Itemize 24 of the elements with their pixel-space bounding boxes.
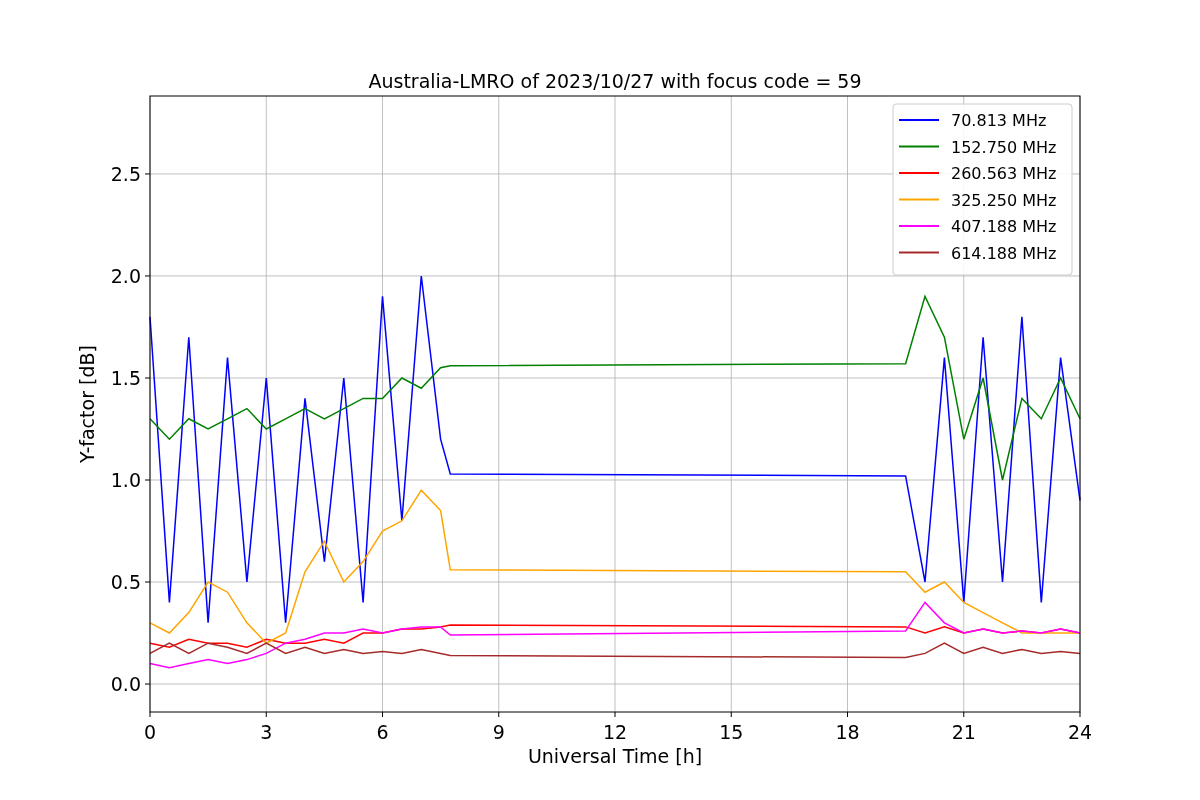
x-tick-label: 0 [143,721,157,743]
y-tick-label: 1.5 [110,367,141,389]
x-tick-label: 9 [492,721,505,743]
y-tick-label: 0.0 [110,673,141,696]
chart-title: Australia-LMRO of 2023/10/27 with focus code = 59 [368,70,862,92]
x-tick-label: 21 [951,721,976,743]
legend-label: 325.250 MHz [951,190,1057,210]
x-tick-label: 18 [835,721,860,743]
x-tick-label: 24 [1067,721,1093,743]
x-axis-label: Universal Time [h] [527,745,703,767]
legend-label: 260.563 MHz [951,164,1057,183]
legend-label: 614.188 MHz [951,243,1057,263]
y-tick-label: 2.0 [110,264,141,287]
x-tick-label: 15 [719,721,744,743]
y-tick-label: 2.5 [110,162,141,185]
x-tick-label: 12 [602,721,628,743]
legend-label: 70.813 MHz [951,111,1047,130]
x-tick-label: 6 [376,721,389,743]
legend-label: 407.188 MHz [951,217,1057,236]
y-tick-label: 1.0 [110,469,141,491]
y-tick-label: 0.5 [110,571,141,594]
y-axis-label: Y-factor [dB] [76,345,98,463]
legend-label: 152.750 MHz [951,137,1057,157]
x-tick-label: 3 [260,721,273,743]
